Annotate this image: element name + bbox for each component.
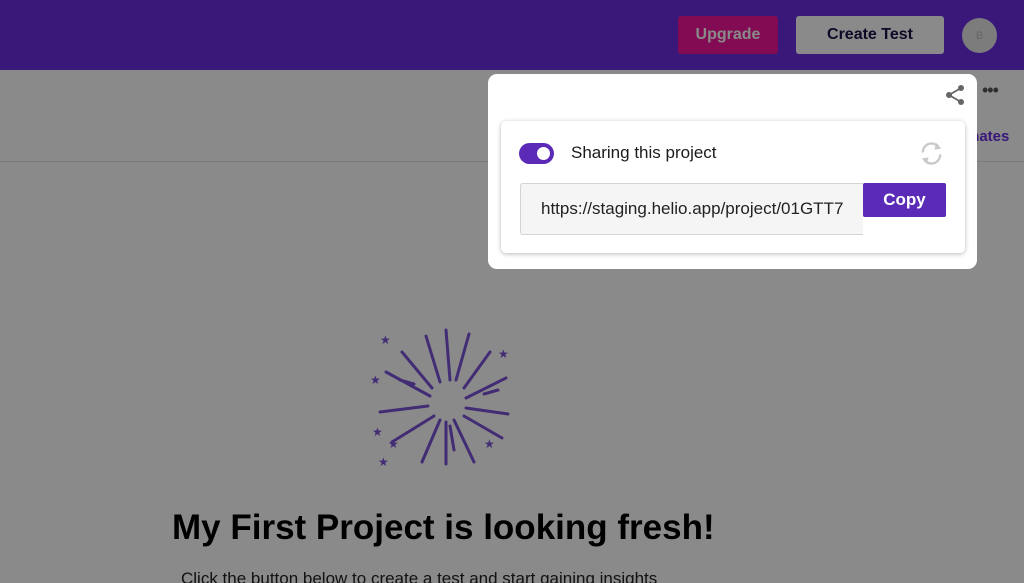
share-icon[interactable] — [944, 84, 966, 106]
sharing-label: Sharing this project — [571, 143, 717, 162]
refresh-icon[interactable] — [918, 140, 945, 167]
copy-button[interactable]: Copy — [863, 183, 946, 217]
share-url-field[interactable] — [520, 183, 863, 235]
sharing-toggle-knob — [537, 147, 550, 160]
